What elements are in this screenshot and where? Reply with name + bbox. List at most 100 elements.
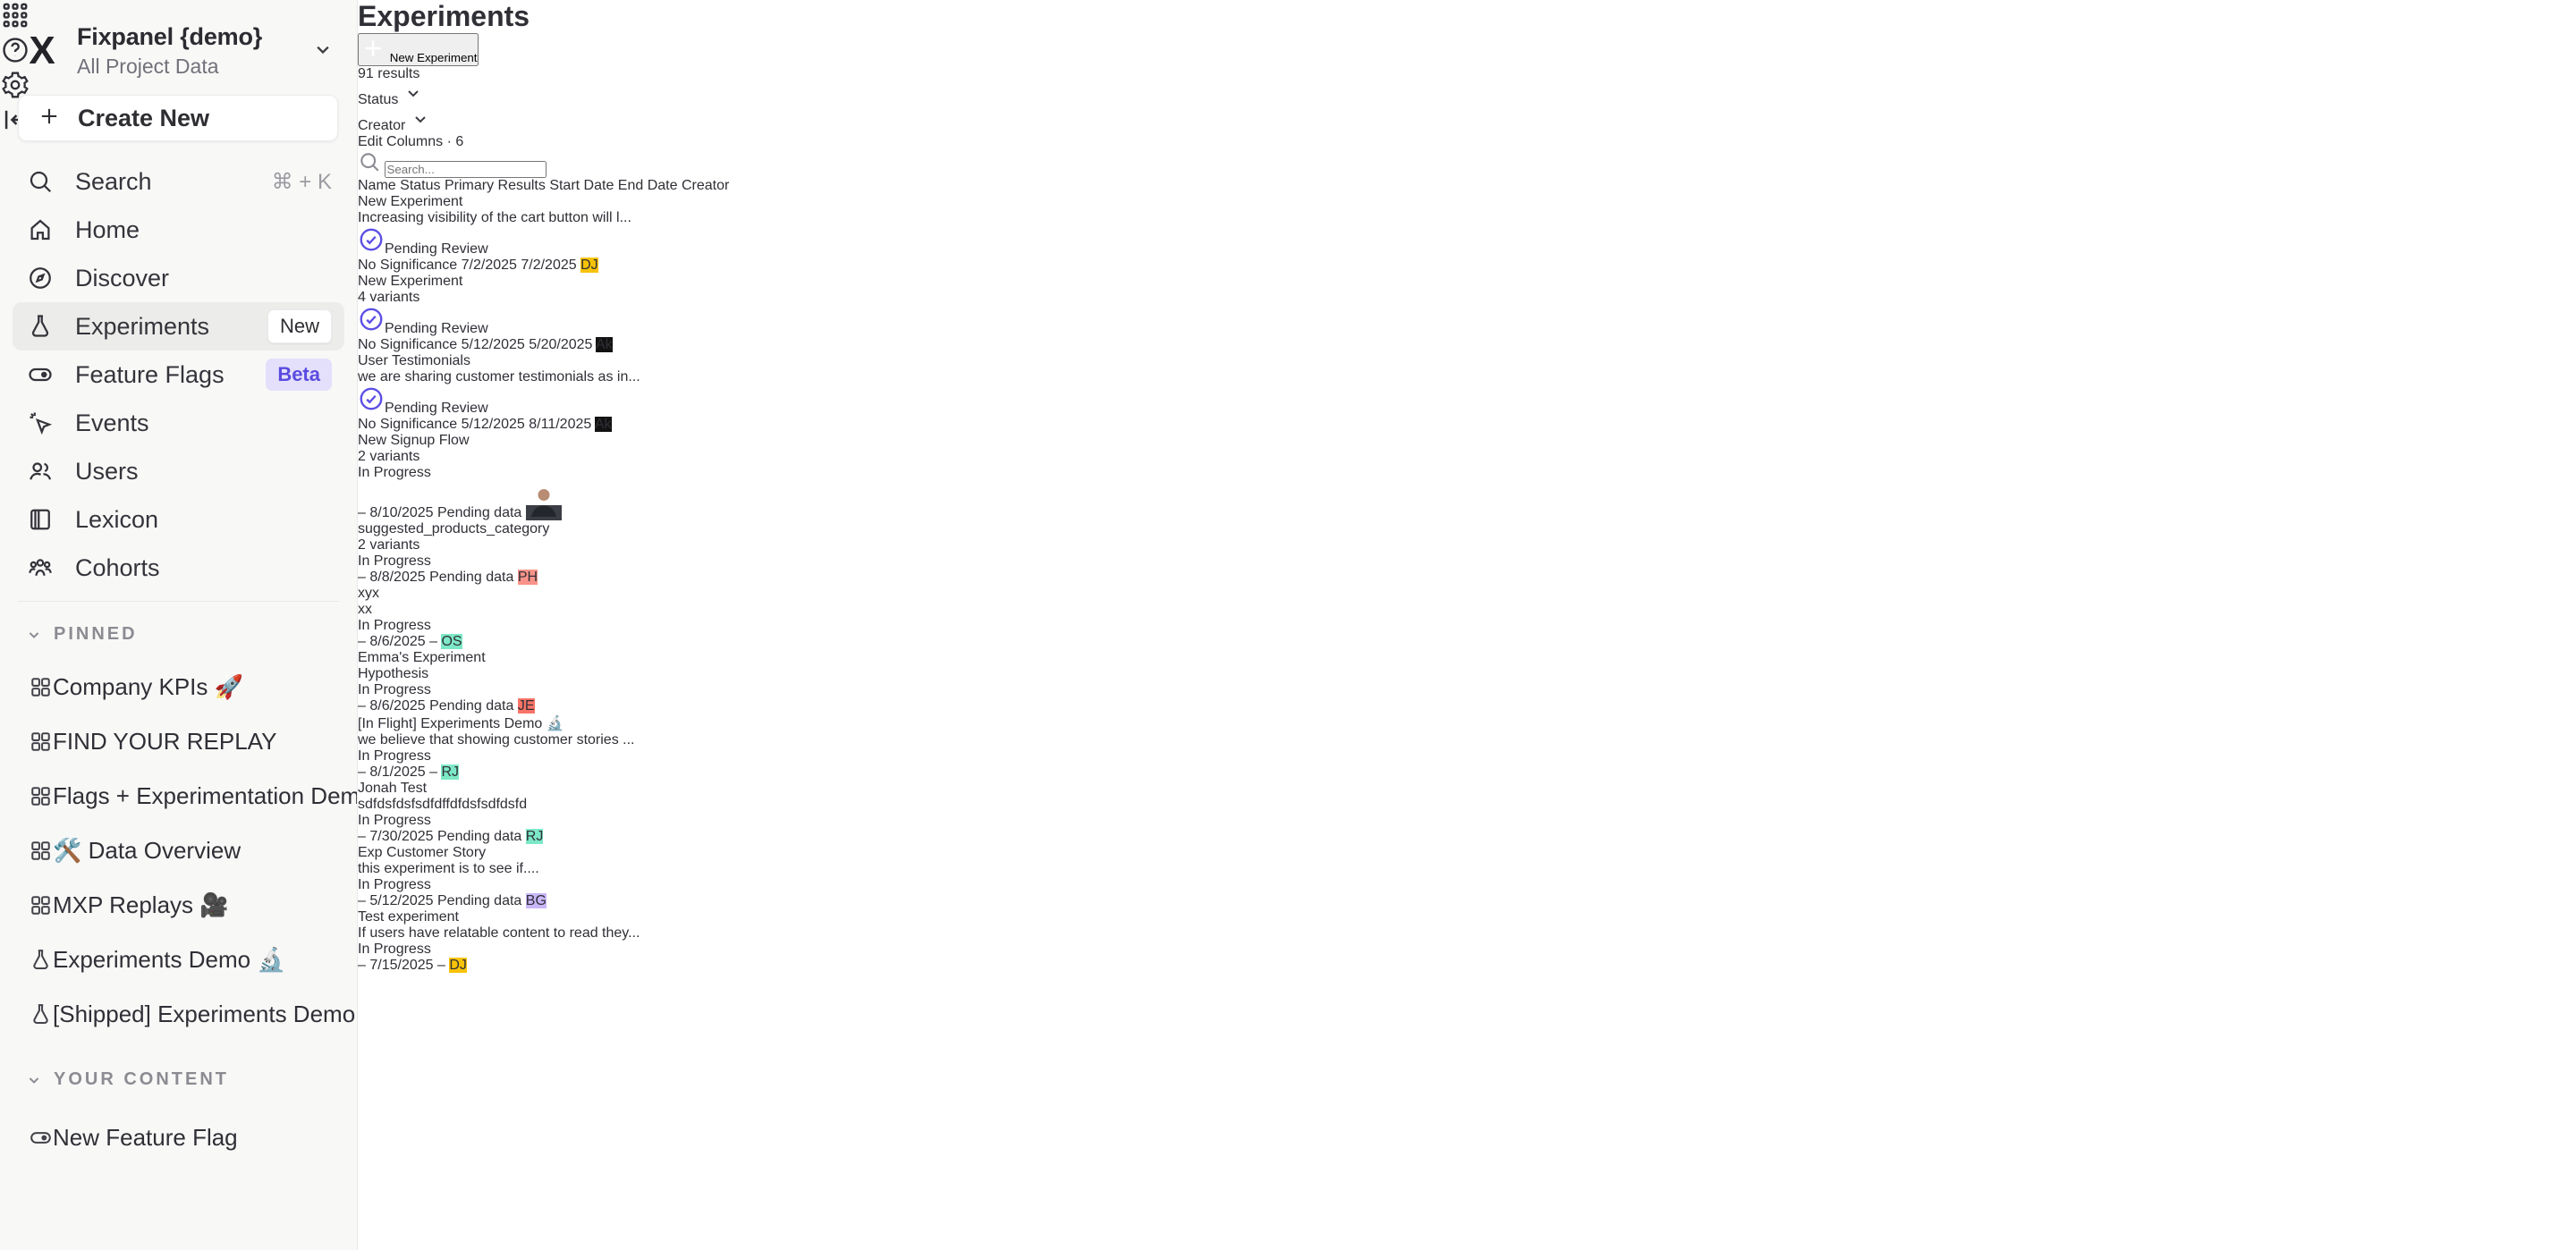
sidebar-item-home[interactable]: Home <box>13 206 344 254</box>
sidebar-item-feature-flags[interactable]: Feature Flags Beta <box>13 351 344 399</box>
table-row: Jonah Testsdfdsfdsfsdfdffdfdsfsdfdsfd In… <box>358 781 729 845</box>
flask-icon <box>29 948 53 972</box>
avatar[interactable]: Ak <box>595 417 612 432</box>
start-date-value: 8/6/2025 <box>369 634 425 649</box>
column-header-name[interactable]: Name <box>358 178 396 193</box>
experiment-link[interactable]: xyx <box>358 586 379 601</box>
pinned-section-header[interactable]: PINNED <box>25 624 357 645</box>
avatar[interactable]: DJ <box>449 958 467 973</box>
sidebar-item-discover[interactable]: Discover <box>13 254 344 302</box>
experiment-link[interactable]: Test experiment <box>358 909 459 925</box>
column-header-end-date[interactable]: End Date <box>618 178 678 193</box>
primary-results-value: – <box>358 829 366 844</box>
sidebar-item-search[interactable]: Search ⌘ + K <box>13 157 344 206</box>
fixpanel-logo: X <box>21 30 63 72</box>
edit-columns-button[interactable]: Edit Columns · 6 <box>358 134 729 150</box>
results-count: 91 results <box>358 66 419 81</box>
new-experiment-button[interactable]: New Experiment <box>358 33 479 66</box>
avatar[interactable]: JE <box>518 698 535 714</box>
sidebar-item-cohorts[interactable]: Cohorts <box>13 544 344 592</box>
experiment-link[interactable]: User Testimonials <box>358 353 470 368</box>
end-date-value: – <box>437 958 445 973</box>
avatar[interactable]: DJ <box>580 258 598 273</box>
experiment-link[interactable]: Emma's Experiment <box>358 650 486 665</box>
your-content-item-new-feature-flag[interactable]: New Feature Flag <box>0 1111 357 1165</box>
primary-results-value: No Significance <box>358 258 457 273</box>
pinned-item-mxp-replays[interactable]: MXP Replays 🎥 <box>0 878 357 933</box>
create-new-button[interactable]: Create New <box>18 95 338 141</box>
toolbar: 91 results Status Creator Edit Columns ·… <box>358 66 729 178</box>
pinned-item-shipped-experiments-demo[interactable]: [Shipped] Experiments Demo 🖊️ <box>0 987 357 1042</box>
workspace-name: Fixpanel {demo} <box>77 23 310 51</box>
experiment-link[interactable]: suggested_products_category <box>358 521 549 536</box>
status-label: In Progress <box>358 465 431 480</box>
sidebar-item-label: Lexicon <box>75 506 332 534</box>
experiment-link[interactable]: New Experiment <box>358 274 462 289</box>
experiment-link[interactable]: New Experiment <box>358 194 462 209</box>
status-label: In Progress <box>358 748 431 764</box>
sidebar-item-label: Discover <box>75 265 332 292</box>
creator-filter-button[interactable]: Creator <box>358 108 729 134</box>
creator-filter-label: Creator <box>358 118 405 133</box>
experiment-link[interactable]: Exp Customer Story <box>358 845 486 860</box>
sidebar-item-label: Experiments <box>75 313 267 341</box>
board-icon <box>29 730 53 754</box>
chevron-down-icon <box>310 37 335 66</box>
column-header-status[interactable]: Status <box>400 178 440 193</box>
experiment-link[interactable]: New Signup Flow <box>358 433 470 448</box>
main-content: Experiments New Experiment 91 results St… <box>358 0 729 1250</box>
column-header-primary-results[interactable]: Primary Results <box>445 178 546 193</box>
table-row: New Signup Flow2 variants In Progress – … <box>358 433 729 521</box>
avatar[interactable]: BG <box>526 893 547 908</box>
table-header-row: Name Status Primary Results Start Date E… <box>358 178 729 194</box>
your-content-list: New Feature Flag <box>0 1111 357 1165</box>
chevron-down-icon <box>402 92 424 107</box>
table-row: Emma's ExperimentHypothesis In Progress … <box>358 650 729 714</box>
status-filter-button[interactable]: Status <box>358 82 729 108</box>
create-new-label: Create New <box>78 105 209 132</box>
avatar[interactable]: OS <box>441 634 462 649</box>
column-header-creator[interactable]: Creator <box>682 178 729 193</box>
sidebar-item-lexicon[interactable]: Lexicon <box>13 495 344 544</box>
search-input[interactable] <box>385 161 547 178</box>
pinned-item-data-overview[interactable]: 🛠️ Data Overview <box>0 823 357 878</box>
primary-results-value: – <box>358 698 366 714</box>
board-icon <box>29 893 53 917</box>
experiment-link[interactable]: Jonah Test <box>358 781 427 796</box>
search-icon <box>27 168 54 195</box>
workspace-switcher[interactable]: X Fixpanel {demo} All Project Data <box>0 16 357 86</box>
avatar[interactable]: PH <box>518 570 538 585</box>
experiment-link[interactable]: [In Flight] Experiments Demo 🔬 <box>358 716 564 731</box>
toggle-icon <box>29 1126 53 1150</box>
experiment-description: If users have relatable content to read … <box>358 925 729 942</box>
table-row: User Testimonialswe are sharing customer… <box>358 353 729 433</box>
your-content-section-header[interactable]: YOUR CONTENT <box>25 1069 357 1090</box>
pinned-item-flags-experimentation-demo[interactable]: Flags + Experimentation Demo 🚩 <box>0 769 357 823</box>
pinned-item-company-kpis[interactable]: Company KPIs 🚀 <box>0 660 357 714</box>
avatar[interactable]: RJ <box>441 764 459 780</box>
start-date-value: 8/6/2025 <box>369 698 425 714</box>
sidebar-nav: Search ⌘ + K Home Discover Experiments N… <box>0 157 357 592</box>
chevron-down-icon <box>25 626 43 644</box>
check-circle-icon <box>358 401 385 416</box>
status-label: In Progress <box>358 618 431 633</box>
sidebar-item-events[interactable]: Events <box>13 399 344 447</box>
start-date-value: 8/1/2025 <box>369 764 425 780</box>
pinned-item-experiments-demo[interactable]: Experiments Demo 🔬 <box>0 933 357 987</box>
avatar-photo[interactable] <box>526 505 562 520</box>
sidebar-item-experiments[interactable]: Experiments New <box>13 302 344 351</box>
status-label: Pending Review <box>385 401 488 416</box>
column-header-start-date[interactable]: Start Date <box>549 178 614 193</box>
sidebar-item-users[interactable]: Users <box>13 447 344 495</box>
experiment-description: 4 variants <box>358 290 729 306</box>
experiment-description: we are sharing customer testimonials as … <box>358 369 729 385</box>
end-date-value: 7/2/2025 <box>521 258 576 273</box>
avatar[interactable]: Ak <box>596 337 613 352</box>
compass-icon <box>27 265 54 291</box>
table-row: Exp Customer Storythis experiment is to … <box>358 845 729 909</box>
avatar[interactable]: RJ <box>526 829 544 844</box>
primary-results-value: No Significance <box>358 337 457 352</box>
table-row: xyxxx In Progress – 8/6/2025 – OS <box>358 586 729 650</box>
pinned-item-label: Flags + Experimentation Demo 🚩 <box>53 782 357 810</box>
pinned-item-find-your-replay[interactable]: FIND YOUR REPLAY <box>0 714 357 769</box>
